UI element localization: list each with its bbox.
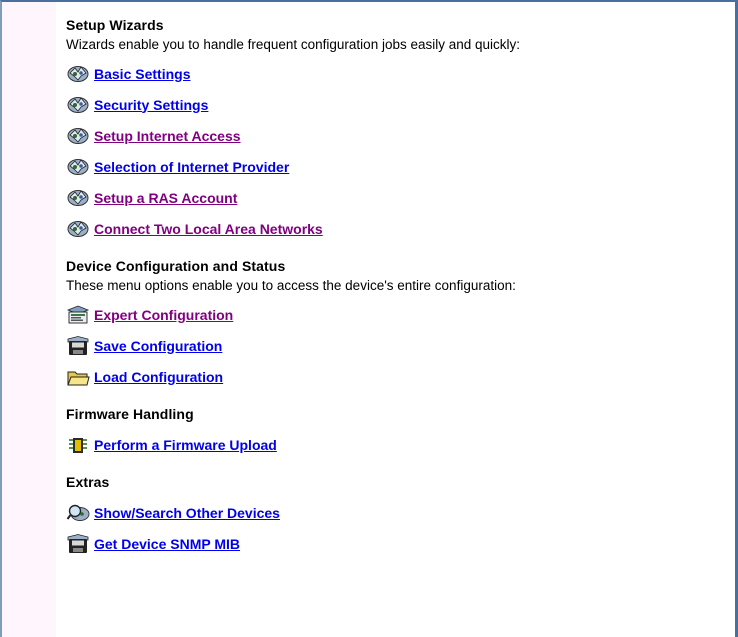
- link-basic-settings[interactable]: Basic Settings: [94, 66, 190, 82]
- folder-icon: [66, 366, 94, 388]
- section-extras: Extras Show/Search Other Devices Get Dev…: [66, 473, 726, 559]
- wizard-icon: [66, 125, 94, 147]
- link-load-configuration[interactable]: Load Configuration: [94, 369, 223, 385]
- main-content: Setup Wizards Wizards enable you to hand…: [66, 16, 726, 559]
- menu-item-connect-two-lans[interactable]: Connect Two Local Area Networks: [66, 213, 726, 244]
- menu-item-show-search-devices[interactable]: Show/Search Other Devices: [66, 497, 726, 528]
- menu-item-get-snmp-mib[interactable]: Get Device SNMP MIB: [66, 528, 726, 559]
- menu-item-firmware-upload[interactable]: Perform a Firmware Upload: [66, 429, 726, 460]
- left-margin-strip: [2, 2, 56, 637]
- link-setup-internet-access[interactable]: Setup Internet Access: [94, 128, 241, 144]
- section-description: Wizards enable you to handle frequent co…: [66, 37, 521, 52]
- wizard-icon: [66, 218, 94, 240]
- menu-item-setup-ras-account[interactable]: Setup a RAS Account: [66, 182, 726, 213]
- section-firmware-handling: Firmware Handling Perform a Firmware Upl…: [66, 405, 726, 460]
- wizard-icon: [66, 63, 94, 85]
- menu-item-load-configuration[interactable]: Load Configuration: [66, 361, 726, 392]
- link-selection-of-internet-provider[interactable]: Selection of Internet Provider: [94, 159, 289, 175]
- menu-item-security-settings[interactable]: Security Settings: [66, 89, 726, 120]
- section-title: Setup Wizards: [66, 17, 164, 33]
- wizard-icon: [66, 156, 94, 178]
- section-title: Extras: [66, 474, 110, 490]
- link-show-search-devices[interactable]: Show/Search Other Devices: [94, 505, 280, 521]
- menu-item-basic-settings[interactable]: Basic Settings: [66, 58, 726, 89]
- save-disk-icon: [66, 533, 94, 555]
- content-frame: Setup Wizards Wizards enable you to hand…: [0, 0, 738, 637]
- search-devices-icon: [66, 502, 94, 524]
- menu-item-expert-configuration[interactable]: Expert Configuration: [66, 299, 726, 330]
- section-setup-wizards: Setup Wizards Wizards enable you to hand…: [66, 16, 726, 244]
- link-firmware-upload[interactable]: Perform a Firmware Upload: [94, 437, 277, 453]
- link-save-configuration[interactable]: Save Configuration: [94, 338, 222, 354]
- section-description: These menu options enable you to access …: [66, 278, 516, 293]
- menu-item-selection-of-internet-provider[interactable]: Selection of Internet Provider: [66, 151, 726, 182]
- link-expert-configuration[interactable]: Expert Configuration: [94, 307, 233, 323]
- section-title: Device Configuration and Status: [66, 258, 286, 274]
- section-device-configuration: Device Configuration and Status These me…: [66, 257, 726, 392]
- wizard-icon: [66, 94, 94, 116]
- save-disk-icon: [66, 335, 94, 357]
- wizard-icon: [66, 187, 94, 209]
- link-get-snmp-mib[interactable]: Get Device SNMP MIB: [94, 536, 240, 552]
- section-title: Firmware Handling: [66, 406, 194, 422]
- menu-item-save-configuration[interactable]: Save Configuration: [66, 330, 726, 361]
- link-connect-two-lans[interactable]: Connect Two Local Area Networks: [94, 221, 323, 237]
- link-security-settings[interactable]: Security Settings: [94, 97, 208, 113]
- link-setup-ras-account[interactable]: Setup a RAS Account: [94, 190, 237, 206]
- expert-config-icon: [66, 304, 94, 326]
- menu-item-setup-internet-access[interactable]: Setup Internet Access: [66, 120, 726, 151]
- firmware-chip-icon: [66, 434, 94, 456]
